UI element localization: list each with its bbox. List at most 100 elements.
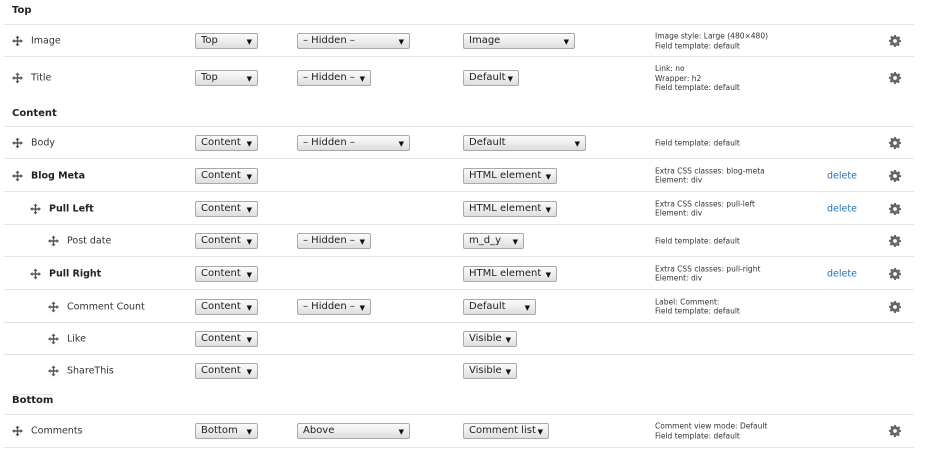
dropdown-arrow-icon: ▼ xyxy=(563,38,569,46)
field-label: Title xyxy=(31,72,52,84)
move-arrows-icon[interactable] xyxy=(48,235,59,247)
gear-icon[interactable] xyxy=(889,202,901,215)
select-value: HTML element xyxy=(469,202,542,214)
field-label: Comments xyxy=(31,425,83,437)
region-heading-bottom: Bottom xyxy=(12,394,54,406)
move-arrows-icon[interactable] xyxy=(48,333,59,345)
field-row-post-date: Post date Content ▼ – Hidden – ▼ m_d_y ▼ Fi… xyxy=(4,224,914,257)
dropdown-arrow-icon: ▼ xyxy=(246,336,252,344)
label-display-select[interactable]: – Hidden – ▼ xyxy=(297,33,410,49)
select-value: – Hidden – xyxy=(303,235,355,246)
region-select[interactable]: Content ▼ xyxy=(195,298,258,315)
region-select[interactable]: Content ▼ xyxy=(195,167,258,184)
format-select[interactable]: Visible ▼ xyxy=(463,331,517,347)
field-summary: Image style: Large (480×480) Field templ… xyxy=(655,31,769,51)
select-value: m_d_y xyxy=(469,235,502,246)
gear-icon[interactable] xyxy=(889,235,901,247)
gear-icon[interactable] xyxy=(889,300,901,313)
label-display-select[interactable]: – Hidden – ▼ xyxy=(297,298,371,315)
dropdown-arrow-icon: ▼ xyxy=(524,303,530,312)
dropdown-arrow-icon: ▼ xyxy=(398,140,404,148)
dropdown-arrow-icon: ▼ xyxy=(574,140,580,148)
select-value: Default xyxy=(469,72,506,83)
gear-icon[interactable] xyxy=(889,35,901,47)
move-arrows-icon[interactable] xyxy=(48,301,59,312)
gear-icon[interactable] xyxy=(889,425,901,437)
format-select[interactable]: HTML element ▼ xyxy=(463,265,557,282)
region-select[interactable]: Content ▼ xyxy=(195,331,258,347)
dropdown-arrow-icon: ▼ xyxy=(507,75,513,83)
field-label: Comment Count xyxy=(67,301,145,312)
select-value: HTML element xyxy=(469,169,542,181)
gear-icon[interactable] xyxy=(889,169,901,182)
region-select[interactable]: Top ▼ xyxy=(195,70,258,86)
field-row-body: Body Content ▼ – Hidden – ▼ Default ▼ Field… xyxy=(4,126,914,159)
gear-icon[interactable] xyxy=(889,72,901,84)
field-label: Pull Left xyxy=(49,203,94,214)
move-arrows-icon[interactable] xyxy=(12,72,23,84)
format-select[interactable]: HTML element ▼ xyxy=(463,200,557,217)
field-summary: Link: no Wrapper: h2 Field template: def… xyxy=(655,63,740,92)
select-value: Content xyxy=(201,169,241,181)
select-value: Content xyxy=(201,364,241,376)
region-select[interactable]: Top ▼ xyxy=(195,33,258,49)
delete-link[interactable]: delete xyxy=(827,170,857,181)
region-select[interactable]: Bottom ▼ xyxy=(195,423,258,439)
move-arrows-icon[interactable] xyxy=(30,268,41,279)
select-value: Default xyxy=(469,137,506,148)
dropdown-arrow-icon: ▼ xyxy=(505,336,511,344)
move-arrows-icon[interactable] xyxy=(12,137,23,149)
format-select[interactable]: m_d_y ▼ xyxy=(463,233,524,249)
select-value: Content xyxy=(201,333,241,344)
select-value: – Hidden – xyxy=(303,35,355,46)
region-select[interactable]: Content ▼ xyxy=(195,233,258,249)
dropdown-arrow-icon: ▼ xyxy=(246,303,252,312)
dropdown-arrow-icon: ▼ xyxy=(246,172,252,181)
field-row-sharethis: ShareThis Content ▼ Visible ▼ xyxy=(4,354,914,386)
dropdown-arrow-icon: ▼ xyxy=(545,205,551,214)
region-select[interactable]: Content ▼ xyxy=(195,362,258,379)
region-heading-top: Top xyxy=(12,5,32,16)
move-arrows-icon[interactable] xyxy=(12,170,23,181)
dropdown-arrow-icon: ▼ xyxy=(246,140,252,148)
format-select[interactable]: Default ▼ xyxy=(463,70,519,86)
delete-link[interactable]: delete xyxy=(827,268,857,279)
move-arrows-icon[interactable] xyxy=(12,425,23,437)
dropdown-arrow-icon: ▼ xyxy=(246,367,252,376)
move-arrows-icon[interactable] xyxy=(12,35,23,47)
field-label: ShareThis xyxy=(67,365,114,376)
delete-link[interactable]: delete xyxy=(827,203,857,214)
label-display-select[interactable]: – Hidden – ▼ xyxy=(297,135,410,151)
format-select[interactable]: HTML element ▼ xyxy=(463,167,557,184)
gear-icon[interactable] xyxy=(889,267,901,280)
region-select[interactable]: Content ▼ xyxy=(195,200,258,217)
field-row-comment-count: Comment Count Content ▼ – Hidden – ▼ Defau… xyxy=(4,289,914,323)
format-select[interactable]: Default ▼ xyxy=(463,135,586,151)
field-label: Like xyxy=(67,333,86,345)
label-display-select[interactable]: – Hidden – ▼ xyxy=(297,233,371,249)
dropdown-arrow-icon: ▼ xyxy=(545,172,551,181)
dropdown-arrow-icon: ▼ xyxy=(398,428,404,436)
region-select[interactable]: Content ▼ xyxy=(195,135,258,151)
select-value: Comment list xyxy=(469,425,536,436)
select-value: Visible xyxy=(469,333,502,344)
select-value: Image xyxy=(469,35,501,46)
select-value: Top xyxy=(201,72,218,83)
move-arrows-icon[interactable] xyxy=(48,365,59,376)
select-value: Content xyxy=(201,300,241,312)
dropdown-arrow-icon: ▼ xyxy=(537,428,543,436)
format-select[interactable]: Image ▼ xyxy=(463,33,575,49)
region-select[interactable]: Content ▼ xyxy=(195,265,258,282)
dropdown-arrow-icon: ▼ xyxy=(246,428,252,436)
label-display-select[interactable]: Above ▼ xyxy=(297,423,410,439)
label-display-select[interactable]: – Hidden – ▼ xyxy=(297,70,371,86)
format-select[interactable]: Comment list ▼ xyxy=(463,423,549,439)
field-summary: Comment view mode: Default Field templat… xyxy=(655,421,768,441)
move-arrows-icon[interactable] xyxy=(30,203,41,214)
field-label: Pull Right xyxy=(49,268,102,279)
format-select[interactable]: Default ▼ xyxy=(463,298,536,315)
dropdown-arrow-icon: ▼ xyxy=(545,270,551,279)
format-select[interactable]: Visible ▼ xyxy=(463,362,517,379)
gear-icon[interactable] xyxy=(889,137,901,149)
dropdown-arrow-icon: ▼ xyxy=(359,75,365,83)
